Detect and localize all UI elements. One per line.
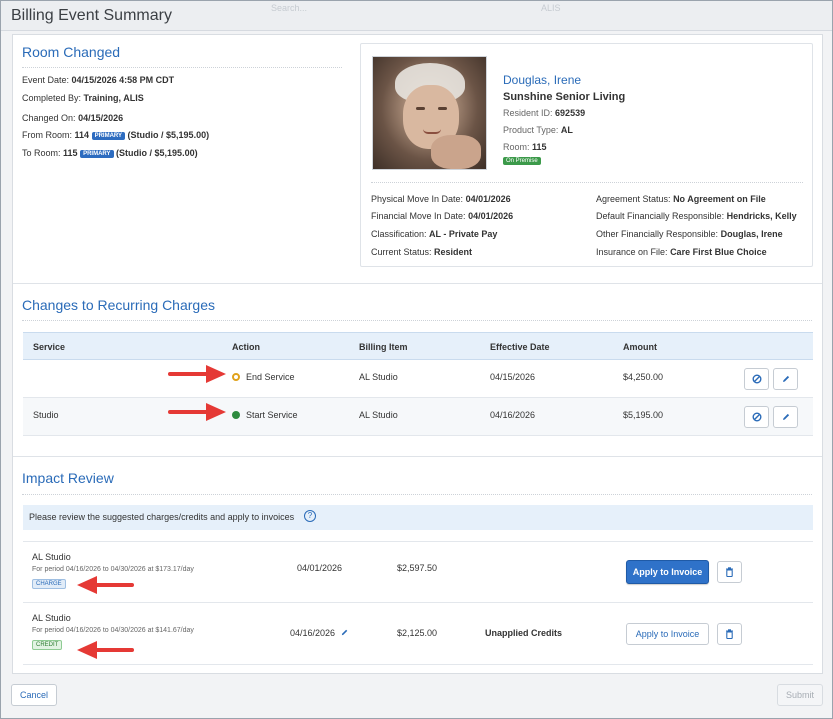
edit-service-button[interactable]: [773, 368, 798, 390]
pencil-icon: [782, 413, 789, 420]
ban-icon: [752, 412, 761, 422]
resident-name-link[interactable]: Douglas, Irene: [503, 73, 581, 87]
annotation-arrow-icon: [168, 365, 226, 383]
community-name: Sunshine Senior Living: [503, 91, 626, 103]
primary-badge: PRIMARY: [80, 150, 114, 158]
edit-service-button[interactable]: [773, 406, 798, 428]
content-panel: Room Changed Event Date: 04/15/2026 4:58…: [12, 34, 823, 674]
title-bar: Billing Event Summary Search... ALIS: [1, 1, 832, 31]
product-type: Product Type: AL: [503, 125, 573, 135]
background-search-ghost: Search...: [271, 3, 308, 13]
edit-date-pencil-icon[interactable]: [340, 628, 349, 637]
completed-by: Completed By: Training, ALIS: [22, 93, 144, 103]
annotation-arrow-icon: [77, 641, 134, 659]
room-number: Room: 115: [503, 142, 547, 152]
submit-button[interactable]: Submit: [777, 684, 823, 706]
to-room: To Room: 115 PRIMARY (Studio / $5,195.00…: [22, 148, 198, 158]
row-action: Start Service: [246, 410, 298, 420]
trash-icon: [726, 629, 733, 639]
divider: [22, 494, 812, 495]
impact-info-text: Please review the suggested charges/cred…: [29, 512, 295, 522]
divider: [22, 67, 342, 68]
window-title: Billing Event Summary: [11, 7, 172, 24]
impact-row: AL Studio For period 04/16/2026 to 04/30…: [23, 541, 813, 603]
default-financially-responsible: Default Financially Responsible: Hendric…: [596, 211, 797, 221]
impact-item: AL Studio: [32, 552, 71, 562]
room-changed-title: Room Changed: [22, 44, 121, 60]
row-service: Studio: [33, 410, 59, 420]
financial-move-in: Financial Move In Date: 04/01/2026: [371, 211, 514, 221]
credit-tag: CREDIT: [32, 640, 63, 650]
section-separator: [13, 283, 822, 284]
status-badge: On Premise: [503, 157, 541, 165]
apply-to-invoice-button[interactable]: Apply to Invoice: [626, 623, 709, 645]
background-ghost-text: ALIS: [541, 3, 561, 13]
table-row: Studio Start Service AL Studio 04/16/202…: [23, 398, 813, 436]
delete-button[interactable]: [717, 623, 742, 645]
help-icon[interactable]: ?: [304, 510, 316, 522]
start-service-status-icon: [232, 411, 240, 419]
impact-review-title: Impact Review: [22, 470, 114, 486]
recurring-charges-title: Changes to Recurring Charges: [22, 297, 215, 313]
column-header-service: Service: [33, 342, 66, 352]
delete-button[interactable]: [717, 561, 742, 583]
annotation-arrow-icon: [168, 403, 226, 421]
section-separator: [13, 456, 822, 457]
resident-photo: [372, 56, 487, 170]
classification: Classification: AL - Private Pay: [371, 229, 498, 239]
column-header-billing-item: Billing Item: [359, 342, 408, 352]
row-action: End Service: [246, 372, 295, 382]
impact-note: Unapplied Credits: [485, 628, 563, 638]
row-effective-date: 04/16/2026: [490, 410, 536, 420]
row-effective-date: 04/15/2026: [490, 372, 536, 382]
impact-date: 04/01/2026: [297, 563, 343, 573]
current-status: Current Status: Resident: [371, 247, 473, 257]
impact-amount: $2,125.00: [397, 628, 438, 638]
impact-row: AL Studio For period 04/16/2026 to 04/30…: [23, 603, 813, 665]
row-billing-item: AL Studio: [359, 410, 398, 420]
divider: [371, 182, 803, 183]
agreement-status: Agreement Status: No Agreement on File: [596, 194, 766, 204]
impact-period: For period 04/16/2026 to 04/30/2026 at $…: [32, 566, 194, 573]
row-amount: $5,195.00: [623, 410, 664, 420]
recurring-table-header: Service Action Billing Item Effective Da…: [23, 332, 813, 360]
column-header-amount: Amount: [623, 342, 657, 352]
from-room: From Room: 114 PRIMARY (Studio / $5,195.…: [22, 130, 210, 140]
column-header-action: Action: [232, 342, 260, 352]
pencil-icon: [782, 375, 789, 382]
trash-icon: [726, 567, 733, 577]
cancel-service-button[interactable]: [744, 368, 769, 390]
end-service-status-icon: [232, 373, 240, 381]
resident-card: Douglas, Irene Sunshine Senior Living Re…: [360, 43, 813, 267]
impact-date: 04/16/2026: [290, 628, 336, 638]
row-billing-item: AL Studio: [359, 372, 398, 382]
resident-id: Resident ID: 692539: [503, 108, 586, 118]
row-amount: $4,250.00: [623, 372, 664, 382]
physical-move-in: Physical Move In Date: 04/01/2026: [371, 194, 511, 204]
other-financially-responsible: Other Financially Responsible: Douglas, …: [596, 229, 783, 239]
changed-on: Changed On: 04/15/2026: [22, 113, 124, 123]
impact-info-bar: Please review the suggested charges/cred…: [23, 505, 813, 530]
impact-amount: $2,597.50: [397, 563, 438, 573]
apply-to-invoice-button[interactable]: Apply to Invoice: [626, 560, 709, 584]
table-row: End Service AL Studio 04/15/2026 $4,250.…: [23, 360, 813, 398]
annotation-arrow-icon: [77, 576, 134, 594]
cancel-button[interactable]: Cancel: [11, 684, 57, 706]
cancel-service-button[interactable]: [744, 406, 769, 428]
impact-item: AL Studio: [32, 613, 71, 623]
primary-badge: PRIMARY: [91, 132, 126, 140]
impact-period: For period 04/16/2026 to 04/30/2026 at $…: [32, 627, 194, 634]
billing-event-window: Billing Event Summary Search... ALIS Roo…: [0, 0, 833, 719]
insurance-on-file: Insurance on File: Care First Blue Choic…: [596, 247, 767, 257]
charge-tag: CHARGE: [32, 579, 66, 589]
divider: [22, 320, 812, 321]
event-date: Event Date: 04/15/2026 4:58 PM CDT: [22, 75, 175, 85]
column-header-effective-date: Effective Date: [490, 342, 550, 352]
ban-icon: [752, 374, 761, 384]
